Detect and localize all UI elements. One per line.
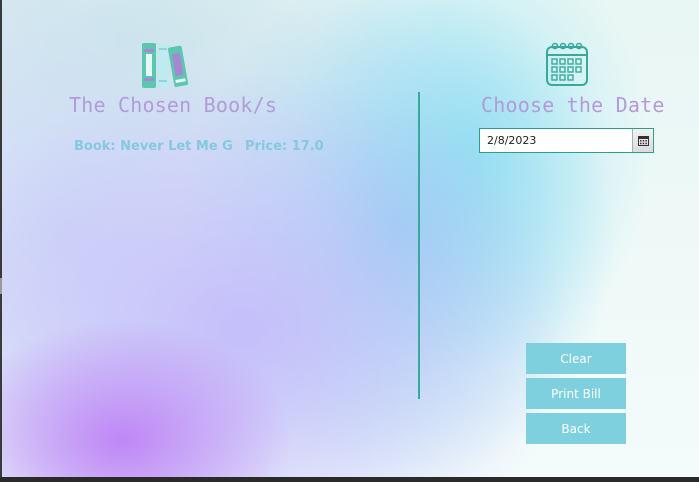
book-price-label: Price: 17.0 <box>245 139 324 154</box>
choose-date-title: Choose the Date <box>481 93 665 117</box>
chosen-books-title: The Chosen Book/s <box>69 93 278 117</box>
date-picker-button[interactable] <box>632 129 653 152</box>
print-bill-button[interactable]: Print Bill <box>526 378 626 409</box>
book-name-label: Book: Never Let Me G <box>74 139 233 154</box>
clear-button[interactable]: Clear <box>526 343 626 374</box>
window-bottom-edge <box>0 477 699 482</box>
books-icon <box>140 40 192 90</box>
vertical-divider <box>418 92 420 399</box>
date-picker[interactable] <box>479 128 654 153</box>
back-button[interactable]: Back <box>526 413 626 444</box>
bill-window: The Chosen Book/s Book: Never Let Me G P… <box>2 0 699 477</box>
calendar-icon <box>545 41 589 87</box>
date-field[interactable] <box>480 129 632 152</box>
calendar-small-icon <box>637 135 649 146</box>
